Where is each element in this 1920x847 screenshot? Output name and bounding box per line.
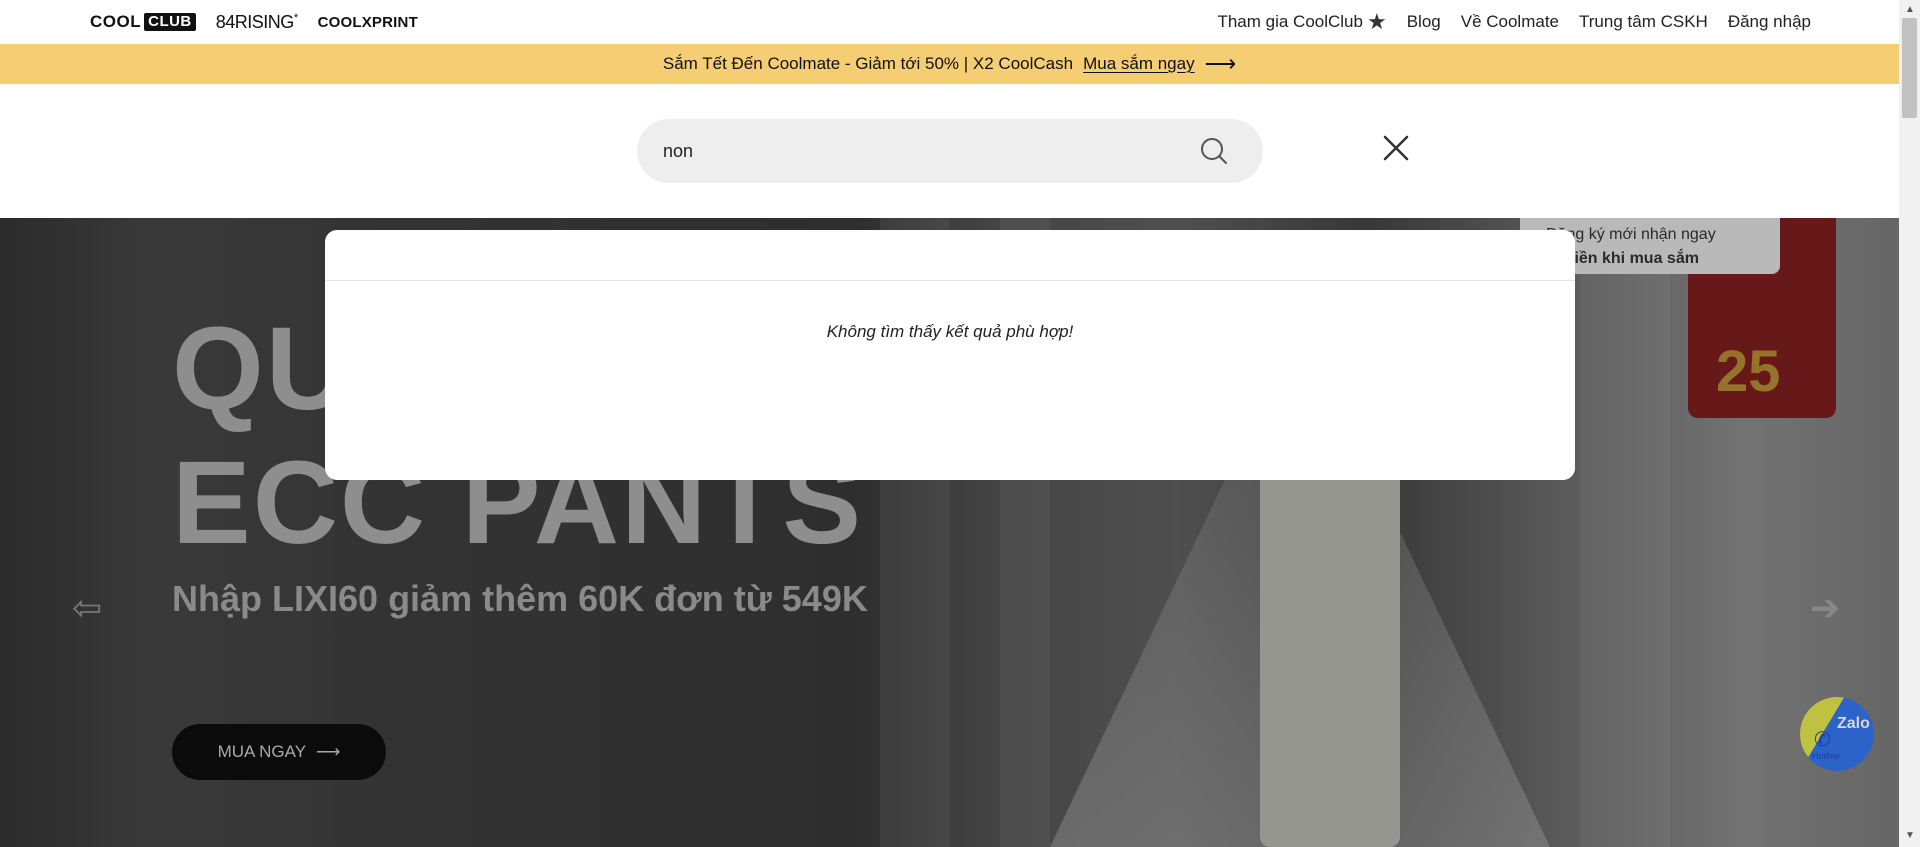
search-header: [0, 84, 1899, 218]
promo-banner: Sắm Tết Đến Coolmate - Giảm tới 50% | X2…: [0, 44, 1899, 84]
coolclub-logo-cool: COOL: [90, 12, 142, 31]
search-icon[interactable]: [1199, 136, 1229, 166]
search-field[interactable]: [637, 119, 1263, 183]
coolclub-logo-link[interactable]: COOL CLUB: [90, 12, 196, 32]
brand-links: COOL CLUB 84RISING* COOLXPRINT: [90, 0, 418, 44]
results-divider: [325, 280, 1575, 281]
utility-nav: Tham gia CoolClub ★ Blog Về Coolmate Tru…: [1217, 0, 1811, 44]
arrow-right-icon[interactable]: ⟶: [1205, 53, 1237, 75]
nav-join-coolclub-label: Tham gia CoolClub: [1217, 12, 1363, 31]
carousel-next-icon[interactable]: ➔: [1810, 590, 1840, 626]
search-input[interactable]: [663, 140, 1183, 162]
coolxprint-logo-link[interactable]: COOLXPRINT: [318, 14, 418, 31]
nav-blog[interactable]: Blog: [1407, 12, 1441, 32]
zalo-label: Zalo: [1837, 715, 1870, 732]
carousel-prev-icon[interactable]: ⇦: [72, 590, 102, 626]
nav-join-coolclub[interactable]: Tham gia CoolClub ★: [1217, 11, 1386, 33]
page-scrollbar[interactable]: ▲ ▼: [1899, 0, 1920, 847]
zalo-hotline-widget[interactable]: ✆ Zalo Hotline: [1800, 697, 1874, 771]
hero-promo-code: Nhập LIXI60: [172, 578, 379, 619]
star-icon: ★: [1366, 9, 1387, 34]
no-results-message: Không tìm thấy kết quả phù hợp!: [826, 322, 1074, 341]
84rising-logo-link[interactable]: 84RISING*: [216, 12, 298, 33]
hotline-label: Hotline: [1812, 751, 1841, 761]
84rising-mark: *: [293, 11, 298, 24]
close-icon[interactable]: [1382, 134, 1410, 162]
phone-icon: ✆: [1814, 729, 1831, 751]
scroll-down-icon[interactable]: ▼: [1905, 830, 1915, 841]
scrollbar-thumb[interactable]: [1902, 18, 1917, 118]
hero-subtitle-rest: giảm thêm 60K đơn từ 549K: [378, 578, 868, 619]
coolclub-logo-club: CLUB: [144, 13, 196, 31]
arrow-right-icon: ⟶: [316, 742, 341, 761]
nav-login[interactable]: Đăng nhập: [1728, 12, 1811, 32]
hero-shop-now-button[interactable]: MUA NGAY ⟶: [172, 724, 386, 780]
top-navigation: COOL CLUB 84RISING* COOLXPRINT Tham gia …: [0, 0, 1899, 44]
promo-text: Sắm Tết Đến Coolmate - Giảm tới 50% | X2…: [662, 54, 1074, 73]
search-results-panel: Không tìm thấy kết quả phù hợp!: [325, 230, 1575, 480]
nav-about-coolmate[interactable]: Về Coolmate: [1461, 12, 1559, 32]
nav-customer-service[interactable]: Trung tâm CSKH: [1579, 12, 1708, 32]
promo-shop-now-link[interactable]: Mua sắm ngay: [1083, 54, 1195, 74]
84rising-label: 84RISING: [215, 11, 295, 32]
hero-shop-now-label: MUA NGAY: [217, 742, 307, 761]
hero-subtitle: Nhập LIXI60 giảm thêm 60K đơn từ 549K: [172, 578, 868, 620]
scroll-up-icon[interactable]: ▲: [1905, 4, 1915, 15]
